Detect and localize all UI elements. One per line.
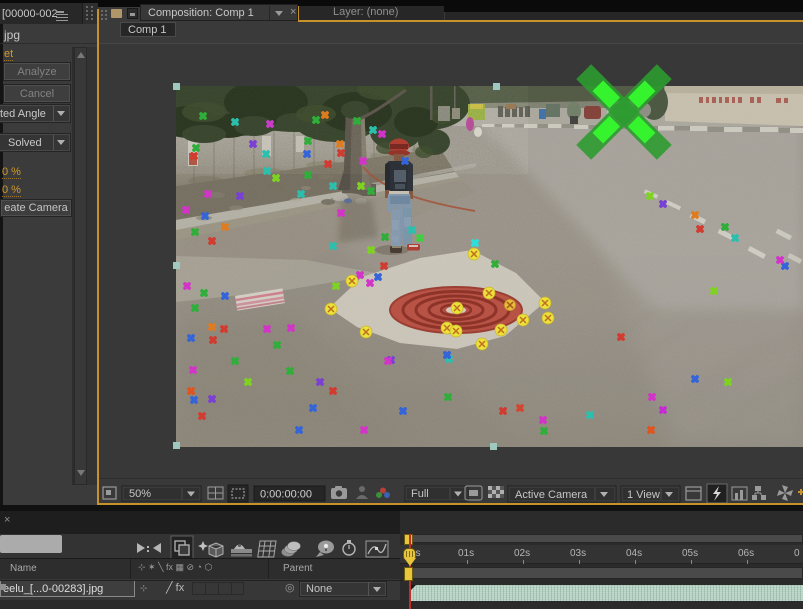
svg-text:Active Camera: Active Camera [515, 489, 588, 501]
svg-text:Full: Full [411, 488, 429, 500]
svg-text:50%: 50% [129, 488, 151, 500]
svg-text:1 View: 1 View [627, 489, 660, 501]
svg-text:0:00:00:00: 0:00:00:00 [260, 489, 312, 501]
